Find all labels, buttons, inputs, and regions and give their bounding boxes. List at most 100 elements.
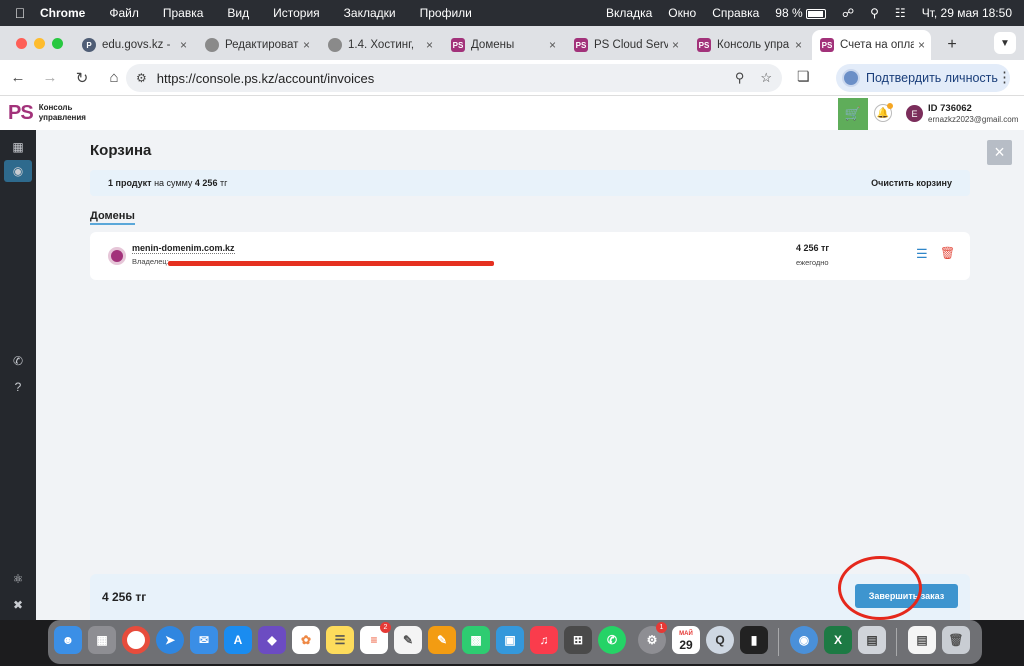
- link-icon[interactable]: ☍: [842, 6, 854, 20]
- owner-label: Владелец:: [132, 257, 169, 266]
- apple-icon[interactable]: : [0, 5, 40, 21]
- window-controls: [0, 26, 74, 60]
- cart-button[interactable]: 🛒: [838, 98, 868, 130]
- clear-cart-button[interactable]: Очистить корзину: [871, 178, 952, 188]
- ps-logo[interactable]: PS: [8, 102, 34, 125]
- tab-ps-cloud[interactable]: PS PS Cloud Serv ×: [566, 30, 685, 60]
- page-title: Корзина: [90, 142, 152, 159]
- menu-view[interactable]: Вид: [227, 6, 249, 20]
- tab-close-icon[interactable]: ×: [303, 38, 310, 52]
- shortcuts-icon[interactable]: ◆: [258, 626, 286, 654]
- cart-nav-icon[interactable]: ◉: [4, 160, 32, 182]
- excel-icon[interactable]: X: [824, 626, 852, 654]
- bookmark-star-icon[interactable]: ☆: [760, 70, 772, 86]
- datetime[interactable]: Чт, 29 мая 18:50: [922, 6, 1012, 20]
- calculator-icon[interactable]: ⊞: [564, 626, 592, 654]
- tab-close-icon[interactable]: ×: [549, 38, 556, 52]
- launchpad-icon[interactable]: ▦: [88, 626, 116, 654]
- user-email[interactable]: ernazkz2023@gmail.com: [928, 115, 1018, 124]
- tab-console[interactable]: PS Консоль упра ×: [689, 30, 808, 60]
- keynote-icon[interactable]: ▣: [496, 626, 524, 654]
- photos-icon[interactable]: ✿: [292, 626, 320, 654]
- zoom-icon[interactable]: ⚲: [735, 70, 745, 86]
- battery-percent: 98 %: [775, 6, 803, 20]
- menu-app-name[interactable]: Chrome: [40, 6, 85, 20]
- tab-edu-govs[interactable]: P edu.govs.kz - ×: [74, 30, 193, 60]
- tab-close-icon[interactable]: ×: [795, 38, 802, 52]
- extensions-icon[interactable]: ❏: [797, 68, 810, 85]
- trash-icon[interactable]: 🗑: [940, 246, 955, 260]
- app-store-icon[interactable]: A: [224, 626, 252, 654]
- menu-edit[interactable]: Правка: [163, 6, 204, 20]
- domain-name[interactable]: menin-domenim.com.kz: [132, 243, 235, 254]
- more-menu-icon[interactable]: ⋮: [997, 68, 1012, 86]
- control-center-icon[interactable]: ☷: [895, 6, 906, 20]
- tab-close-icon[interactable]: ×: [672, 38, 679, 52]
- menu-profiles[interactable]: Профили: [420, 6, 472, 20]
- phone-icon[interactable]: ✆: [0, 350, 36, 372]
- preview-icon[interactable]: ▤: [858, 626, 886, 654]
- tab-close-icon[interactable]: ×: [426, 38, 433, 52]
- document-icon[interactable]: ▤: [908, 626, 936, 654]
- user-id[interactable]: ID 736062: [928, 103, 972, 114]
- address-bar[interactable]: ⚙ https://console.ps.kz/account/invoices…: [126, 64, 782, 92]
- settings-sliders-icon[interactable]: ☰: [916, 246, 928, 262]
- trash-bin-icon[interactable]: 🗑: [942, 626, 970, 654]
- tab-title: Редактироват: [225, 39, 299, 51]
- site-info-icon[interactable]: ⚙: [136, 71, 147, 85]
- tab-strip: P edu.govs.kz - × Редактироват × 1.4. Хо…: [0, 26, 1024, 60]
- item-period: ежегодно: [796, 258, 829, 267]
- close-icon[interactable]: ×: [987, 140, 1012, 165]
- search-icon[interactable]: ⚲: [870, 6, 879, 20]
- notes-icon[interactable]: ☰: [326, 626, 354, 654]
- minimize-window-button[interactable]: [34, 37, 45, 49]
- tab-hosting[interactable]: 1.4. Хостинг, ×: [320, 30, 439, 60]
- redacted-owner: [168, 261, 494, 266]
- safari-icon[interactable]: ➤: [156, 626, 184, 654]
- iphone-mirroring-icon[interactable]: ▮: [740, 626, 768, 654]
- chrome-icon[interactable]: [122, 626, 150, 654]
- numbers-icon[interactable]: ▩: [462, 626, 490, 654]
- battery-status[interactable]: 98 %: [775, 6, 826, 20]
- home-icon[interactable]: ⌂: [100, 64, 128, 92]
- apps-grid-icon[interactable]: ▦: [0, 136, 36, 158]
- menu-bookmarks[interactable]: Закладки: [344, 6, 396, 20]
- quicktime-icon[interactable]: Q: [706, 626, 734, 654]
- tools-icon[interactable]: ✖: [0, 594, 36, 616]
- zoom-window-button[interactable]: [52, 37, 63, 49]
- music-icon[interactable]: ♫: [530, 626, 558, 654]
- tab-domains[interactable]: PS Домены ×: [443, 30, 562, 60]
- menubar-right: Вкладка Окно Справка 98 % ☍ ⚲ ☷ Чт, 29 м…: [606, 0, 1012, 26]
- domain-icon: [108, 247, 126, 265]
- tab-close-icon[interactable]: ×: [918, 38, 925, 52]
- menu-history[interactable]: История: [273, 6, 320, 20]
- tab-search-chevron-icon[interactable]: ▼: [994, 32, 1016, 54]
- finder-icon[interactable]: ☻: [54, 626, 82, 654]
- pages-icon[interactable]: ✎: [428, 626, 456, 654]
- menu-tab[interactable]: Вкладка: [606, 6, 652, 20]
- url-text[interactable]: https://console.ps.kz/account/invoices: [157, 71, 375, 86]
- avatar[interactable]: E: [906, 105, 923, 122]
- tab-invoices[interactable]: PS Счета на опла ×: [812, 30, 931, 60]
- mail-icon[interactable]: ✉: [190, 626, 218, 654]
- menu-file[interactable]: Файл: [109, 6, 139, 20]
- forward-arrow-icon[interactable]: →: [36, 64, 64, 92]
- translate-icon[interactable]: ⚛: [0, 568, 36, 590]
- reload-icon[interactable]: ↻: [68, 64, 96, 92]
- new-tab-button[interactable]: +: [941, 34, 963, 56]
- calendar-icon[interactable]: МАЙ 29: [672, 626, 700, 654]
- tab-close-icon[interactable]: ×: [180, 38, 187, 52]
- tab-editor[interactable]: Редактироват ×: [197, 30, 316, 60]
- help-icon[interactable]: ?: [0, 376, 36, 398]
- reminders-badge: 2: [380, 622, 391, 633]
- menu-help[interactable]: Справка: [712, 6, 759, 20]
- summary-text: на сумму: [151, 178, 195, 188]
- freeform-icon[interactable]: ✎: [394, 626, 422, 654]
- notifications-bell-icon[interactable]: 🔔: [874, 103, 893, 122]
- whatsapp-icon[interactable]: ✆: [598, 626, 626, 654]
- menu-window[interactable]: Окно: [668, 6, 696, 20]
- verify-identity-button[interactable]: Подтвердить личность: [836, 64, 1010, 92]
- podcast-icon[interactable]: ◉: [790, 626, 818, 654]
- close-window-button[interactable]: [16, 37, 27, 49]
- back-arrow-icon[interactable]: ←: [4, 64, 32, 92]
